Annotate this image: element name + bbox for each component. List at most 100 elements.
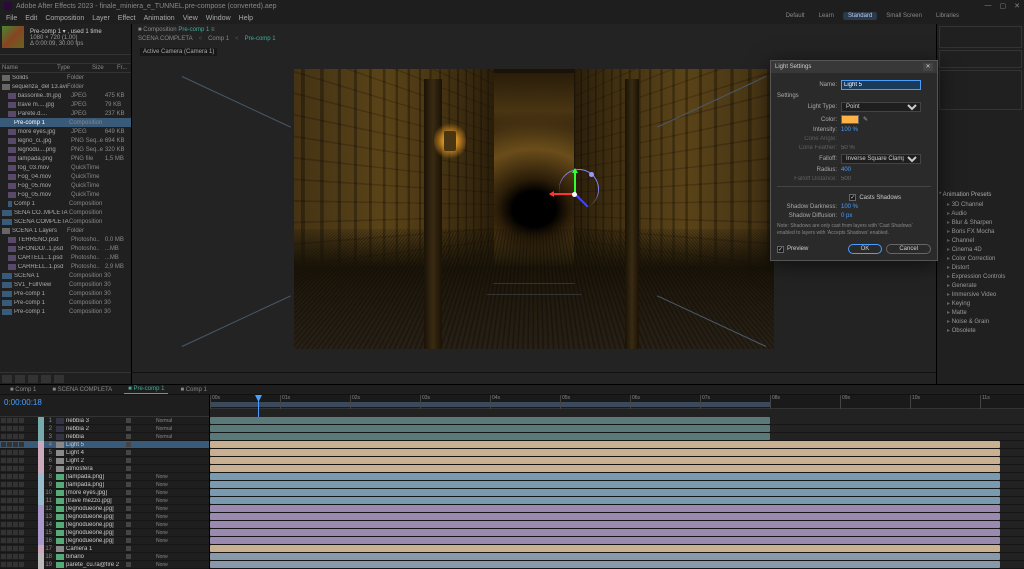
project-item[interactable]: trave m.....jpgJPEG79 KB: [0, 100, 131, 109]
layer-bar[interactable]: [210, 553, 1024, 561]
menu-animation[interactable]: Animation: [144, 15, 175, 22]
preset-category[interactable]: Boris FX Mocha: [939, 227, 1022, 236]
preset-category[interactable]: Blur & Sharpen: [939, 218, 1022, 227]
project-item[interactable]: SolidsFolder: [0, 73, 131, 82]
light-color-swatch[interactable]: [841, 115, 859, 124]
layer-bar[interactable]: [210, 481, 1024, 489]
menu-effect[interactable]: Effect: [118, 15, 136, 22]
preset-category[interactable]: Audio: [939, 209, 1022, 218]
shadow-diffusion-value[interactable]: 0 px: [841, 213, 852, 219]
shadow-darkness-value[interactable]: 100 %: [841, 204, 858, 210]
project-item[interactable]: fog_03.movQuickTime: [0, 163, 131, 172]
preset-category[interactable]: Expression Controls: [939, 272, 1022, 281]
cancel-button[interactable]: Cancel: [886, 244, 931, 254]
eyedropper-icon[interactable]: ✎: [863, 116, 868, 123]
effects-presets-panel[interactable]: * Animation Presets 3D ChannelAudioBlur …: [939, 190, 1022, 335]
project-item[interactable]: Parete.d....JPEG237 KB: [0, 109, 131, 118]
project-item[interactable]: legno_ci..jpgPNG Seq..e694 KB: [0, 136, 131, 145]
timeline-tab[interactable]: ■ Pre-comp 1: [124, 385, 168, 394]
preset-category[interactable]: Generate: [939, 281, 1022, 290]
project-item[interactable]: SENA CO..MPLETAComposition: [0, 208, 131, 217]
layer-bar[interactable]: [210, 449, 1024, 457]
project-item[interactable]: Fog_04.movQuickTime: [0, 172, 131, 181]
light-name-input[interactable]: [841, 80, 921, 90]
comp-tabs[interactable]: ■ Composition Pre-comp 1 ≡: [132, 24, 936, 36]
timeline-layer[interactable]: 18 binario None: [0, 553, 209, 561]
menu-edit[interactable]: Edit: [25, 15, 37, 22]
preset-category[interactable]: Channel: [939, 236, 1022, 245]
workspace-small-screen[interactable]: Small Screen: [881, 12, 927, 20]
workspace-learn[interactable]: Learn: [814, 12, 839, 20]
project-item[interactable]: Fog_05.movQuickTime: [0, 190, 131, 199]
project-item[interactable]: TERRENO.psdPhotosho..0.0 MB: [0, 235, 131, 244]
preset-category[interactable]: Immersive Video: [939, 290, 1022, 299]
project-item[interactable]: sequenza_del 13.aviFolder: [0, 82, 131, 91]
transform-gizmo[interactable]: [549, 169, 599, 219]
project-footer-buttons[interactable]: [0, 372, 131, 384]
window-maximize[interactable]: ▢: [1000, 2, 1007, 10]
render-canvas[interactable]: [294, 69, 774, 349]
timeline-layer[interactable]: 3 nebbia Normal: [0, 433, 209, 441]
project-item[interactable]: Pre-comp 1Composition: [0, 118, 131, 127]
layer-bar[interactable]: [210, 505, 1024, 513]
layer-bar[interactable]: [210, 521, 1024, 529]
layer-bar[interactable]: [210, 465, 1024, 473]
preset-category[interactable]: Noise & Grain: [939, 317, 1022, 326]
falloff-select[interactable]: Inverse Square Clamped: [841, 154, 921, 164]
project-item[interactable]: Comp 1Composition: [0, 199, 131, 208]
project-item[interactable]: Pre-comp 1Composition30: [0, 307, 131, 316]
dialog-close-button[interactable]: ✕: [923, 63, 933, 71]
timeline-tab[interactable]: ■ SCENA COMPLETA: [48, 386, 116, 394]
project-item[interactable]: Pre-comp 1Composition30: [0, 289, 131, 298]
time-ruler[interactable]: 00s01s02s03s04s05s06s07s08s09s10s11s: [210, 395, 1024, 409]
current-timecode[interactable]: 0:00:00:18: [4, 398, 42, 407]
timeline-layer[interactable]: 13 [legnodueone.jpg] None: [0, 513, 209, 521]
layer-bar[interactable]: [210, 433, 1024, 441]
project-item[interactable]: lampada.pngPNG file1,5 MB: [0, 154, 131, 163]
timeline-layer[interactable]: 7 atmosfera: [0, 465, 209, 473]
light-type-select[interactable]: Point: [841, 102, 921, 112]
ok-button[interactable]: OK: [848, 244, 883, 254]
menu-view[interactable]: View: [183, 15, 198, 22]
project-item[interactable]: SFONDO/..1.psdPhotosho.....MB: [0, 244, 131, 253]
project-item[interactable]: bassorilie..th.jpgJPEG475 KB: [0, 91, 131, 100]
timeline-layer[interactable]: 8 [lampada.png] None: [0, 473, 209, 481]
timeline-tabs[interactable]: ■ Comp 1■ SCENA COMPLETA■ Pre-comp 1■ Co…: [0, 385, 1024, 395]
project-item[interactable]: SCENA 1Composition30: [0, 271, 131, 280]
casts-shadows-checkbox[interactable]: Casts Shadows: [849, 194, 901, 201]
window-close[interactable]: ✕: [1014, 2, 1020, 10]
workspace-default[interactable]: Default: [781, 12, 810, 20]
project-item[interactable]: Pre-comp 1Composition30: [0, 298, 131, 307]
menu-layer[interactable]: Layer: [92, 15, 110, 22]
intensity-value[interactable]: 100 %: [841, 127, 858, 133]
timeline-layer[interactable]: 19 parete_cu.ra@fire 2 None: [0, 561, 209, 569]
preset-category[interactable]: Obsolete: [939, 326, 1022, 335]
layer-bar[interactable]: [210, 513, 1024, 521]
preset-category[interactable]: Matte: [939, 308, 1022, 317]
timeline-layer[interactable]: 15 [legnodueone.jpg] None: [0, 529, 209, 537]
viewport-footer-controls[interactable]: [132, 372, 936, 384]
timeline-layer[interactable]: 12 [legnodueone.jpg] None: [0, 505, 209, 513]
project-item[interactable]: CARTELL..1.psdPhotosho.....MB: [0, 253, 131, 262]
menu-file[interactable]: File: [6, 15, 17, 22]
layer-bar[interactable]: [210, 561, 1024, 569]
preset-category[interactable]: Keying: [939, 299, 1022, 308]
workspace-standard[interactable]: Standard: [843, 12, 877, 20]
window-minimize[interactable]: —: [985, 2, 992, 10]
layer-bar[interactable]: [210, 441, 1024, 449]
timeline-layer[interactable]: 9 [lampada.png] None: [0, 481, 209, 489]
layer-bar[interactable]: [210, 425, 1024, 433]
timeline-track-area[interactable]: 00s01s02s03s04s05s06s07s08s09s10s11s: [210, 395, 1024, 569]
project-item[interactable]: SCENA COMPLETAComposition: [0, 217, 131, 226]
project-item[interactable]: legnodu....pngPNG Seq..e320 KB: [0, 145, 131, 154]
layer-bar[interactable]: [210, 417, 1024, 425]
project-item[interactable]: SCENA 1 LayersFolder: [0, 226, 131, 235]
timeline-layer-list[interactable]: 0:00:00:18 1 nebbia 3 Normal 2 nebbia 2 …: [0, 395, 210, 569]
timeline-layer[interactable]: 1 nebbia 3 Normal: [0, 417, 209, 425]
radius-value[interactable]: 400: [841, 167, 851, 173]
menu-window[interactable]: Window: [206, 15, 231, 22]
layer-bar[interactable]: [210, 457, 1024, 465]
menu-help[interactable]: Help: [239, 15, 253, 22]
dialog-titlebar[interactable]: Light Settings ✕: [771, 61, 937, 73]
project-item[interactable]: more eyes.jpgJPEG649 KB: [0, 127, 131, 136]
